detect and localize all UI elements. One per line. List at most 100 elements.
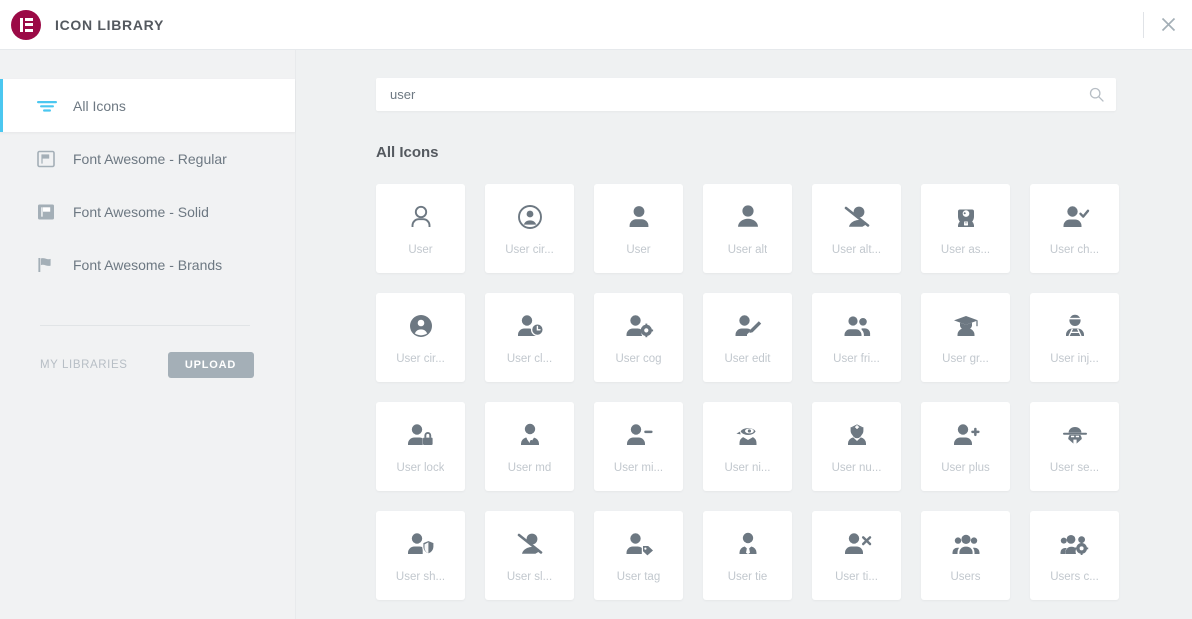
search-icon[interactable]: [1088, 87, 1104, 103]
user-edit-icon: [733, 310, 763, 342]
icon-grid: User User cir... User User alt User alt...…: [376, 184, 1130, 600]
user-friends-icon: [842, 310, 872, 342]
icon-tile-label: User: [626, 244, 651, 256]
user-alt-icon: [733, 201, 763, 233]
user-shield-icon: [406, 528, 436, 560]
icon-tile[interactable]: User nu...: [812, 402, 901, 491]
sidebar-item-font-awesome-brands[interactable]: Font Awesome - Brands: [0, 238, 295, 291]
user-md-icon: [515, 419, 545, 451]
icon-tile-label: User se...: [1049, 462, 1100, 474]
icon-tile-label: User tie: [727, 571, 768, 583]
modal-body: All Icons Font Awesome - Regular Font Aw…: [0, 50, 1192, 619]
icon-tile[interactable]: User tag: [594, 511, 683, 600]
user-tie-icon: [733, 528, 763, 560]
icon-tile[interactable]: User alt...: [812, 184, 901, 273]
icon-tile-label: User ni...: [724, 462, 771, 474]
icon-tile-label: User ch...: [1049, 244, 1100, 256]
icon-tile-label: User cl...: [506, 353, 553, 365]
icon-tile-label: User ti...: [835, 571, 878, 583]
flag-brands-icon: [37, 255, 59, 275]
icon-tile-label: User plus: [941, 462, 990, 474]
user-cog-icon: [624, 310, 654, 342]
user-tag-icon: [624, 528, 654, 560]
close-button[interactable]: [1144, 0, 1192, 50]
icon-tile[interactable]: User alt: [703, 184, 792, 273]
icon-tile-label: User sl...: [506, 571, 553, 583]
icon-tile[interactable]: User md: [485, 402, 574, 491]
sidebar-item-font-awesome-regular[interactable]: Font Awesome - Regular: [0, 132, 295, 185]
icon-tile[interactable]: User se...: [1030, 402, 1119, 491]
icon-tile[interactable]: User inj...: [1030, 293, 1119, 382]
section-title: All Icons: [376, 144, 439, 161]
user-lock-icon: [406, 419, 436, 451]
icon-tile[interactable]: User cog: [594, 293, 683, 382]
user-regular-icon: [406, 201, 436, 233]
icon-tile[interactable]: User plus: [921, 402, 1010, 491]
user-circle-regular-icon: [515, 201, 545, 233]
user-solid-icon: [624, 201, 654, 233]
user-minus-icon: [624, 419, 654, 451]
icon-tile-label: User cog: [615, 353, 662, 365]
filter-icon: [37, 96, 59, 116]
icon-tile[interactable]: Users c...: [1030, 511, 1119, 600]
sidebar: All Icons Font Awesome - Regular Font Aw…: [0, 50, 296, 619]
icon-tile[interactable]: User tie: [703, 511, 792, 600]
user-circle-solid-icon: [406, 310, 436, 342]
user-clock-icon: [515, 310, 545, 342]
icon-tile[interactable]: User ti...: [812, 511, 901, 600]
sidebar-item-label: Font Awesome - Solid: [73, 203, 209, 220]
user-injured-icon: [1060, 310, 1090, 342]
sidebar-item-label: Font Awesome - Brands: [73, 256, 223, 273]
icon-library-modal: ICON LIBRARY All Icons Font Awesome - Re…: [0, 0, 1192, 619]
header-actions: [1143, 0, 1192, 49]
flag-solid-icon: [37, 202, 59, 222]
search-bar[interactable]: [376, 78, 1116, 111]
icon-tile-label: User cir...: [505, 244, 554, 256]
icon-tile[interactable]: User sh...: [376, 511, 465, 600]
user-alt-slash-icon: [842, 201, 872, 233]
icon-tile[interactable]: User: [376, 184, 465, 273]
close-icon: [1161, 17, 1176, 32]
icon-tile-label: User edit: [724, 353, 771, 365]
sidebar-item-all-icons[interactable]: All Icons: [0, 79, 295, 132]
user-check-icon: [1060, 201, 1090, 233]
user-plus-icon: [951, 419, 981, 451]
icon-tile-label: Users c...: [1050, 571, 1099, 583]
icon-tile[interactable]: User ni...: [703, 402, 792, 491]
icon-tile[interactable]: Users: [921, 511, 1010, 600]
icon-tile[interactable]: User fri...: [812, 293, 901, 382]
icon-tile[interactable]: User cir...: [376, 293, 465, 382]
users-icon: [951, 528, 981, 560]
icon-tile[interactable]: User edit: [703, 293, 792, 382]
user-astronaut-icon: [951, 201, 981, 233]
icon-tile-label: User gr...: [942, 353, 989, 365]
icon-tile-label: User as...: [940, 244, 991, 256]
search-input[interactable]: [390, 87, 1088, 102]
user-times-icon: [842, 528, 872, 560]
icon-tile[interactable]: User ch...: [1030, 184, 1119, 273]
icon-tile[interactable]: User lock: [376, 402, 465, 491]
users-cog-icon: [1060, 528, 1090, 560]
user-slash-icon: [515, 528, 545, 560]
icon-tile[interactable]: User sl...: [485, 511, 574, 600]
icon-tile[interactable]: User cir...: [485, 184, 574, 273]
icon-tile[interactable]: User gr...: [921, 293, 1010, 382]
icon-tile[interactable]: User as...: [921, 184, 1010, 273]
icon-tile-label: User lock: [396, 462, 445, 474]
icon-tile[interactable]: User mi...: [594, 402, 683, 491]
icon-tile-label: User inj...: [1050, 353, 1099, 365]
my-libraries-label: MY LIBRARIES: [40, 359, 128, 371]
user-nurse-icon: [842, 419, 872, 451]
page-title: ICON LIBRARY: [55, 16, 164, 33]
sidebar-item-font-awesome-solid[interactable]: Font Awesome - Solid: [0, 185, 295, 238]
icon-tile-label: User alt: [727, 244, 768, 256]
icon-tile-label: User cir...: [396, 353, 445, 365]
icon-tile-label: Users: [950, 571, 981, 583]
modal-header: ICON LIBRARY: [0, 0, 1192, 50]
user-secret-icon: [1060, 419, 1090, 451]
icon-tile-label: User nu...: [831, 462, 882, 474]
icon-tile[interactable]: User cl...: [485, 293, 574, 382]
icon-tile-label: User tag: [616, 571, 661, 583]
upload-button[interactable]: UPLOAD: [167, 352, 254, 378]
icon-tile[interactable]: User: [594, 184, 683, 273]
